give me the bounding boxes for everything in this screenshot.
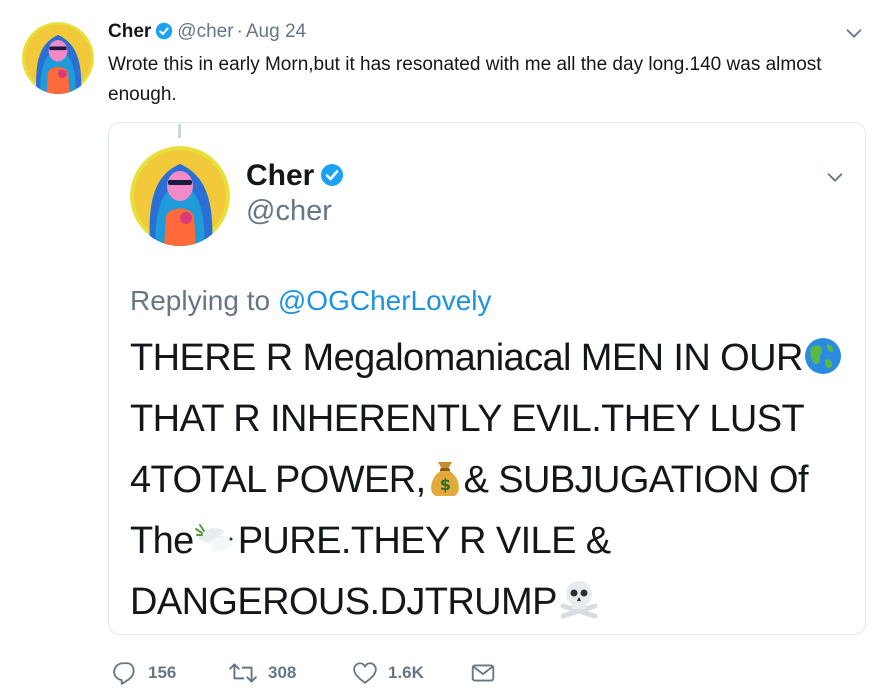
like-count: 1.6K bbox=[388, 663, 424, 682]
verified-badge-icon bbox=[155, 22, 173, 40]
like-button[interactable]: 1.6K bbox=[352, 656, 424, 690]
dove-icon bbox=[194, 519, 238, 559]
retweet-icon bbox=[228, 660, 258, 686]
quoted-author-name[interactable]: Cher bbox=[246, 159, 314, 192]
avatar[interactable] bbox=[22, 22, 94, 94]
quoted-tweet-text: THERE R Megalomaniacal MEN IN OUR THAT R … bbox=[130, 328, 850, 633]
quote-segment: THERE R Megalomaniacal MEN IN OUR bbox=[130, 337, 803, 379]
author-name[interactable]: Cher bbox=[108, 21, 151, 42]
reply-count: 156 bbox=[148, 663, 177, 682]
replying-to-link[interactable]: @OGCherLovely bbox=[278, 285, 492, 316]
reply-icon bbox=[112, 660, 138, 686]
quoted-avatar-image bbox=[130, 146, 230, 246]
replying-to-line: Replying to @OGCherLovely bbox=[130, 284, 491, 318]
svg-text:$: $ bbox=[439, 475, 450, 494]
direct-message-button[interactable] bbox=[470, 656, 496, 690]
retweet-button[interactable]: 308 bbox=[228, 656, 296, 690]
heart-icon bbox=[352, 660, 378, 686]
globe-americas-icon bbox=[803, 336, 843, 376]
replying-prefix: Replying to bbox=[130, 285, 271, 316]
quoted-avatar[interactable] bbox=[130, 146, 230, 246]
skull-and-crossbones-icon bbox=[557, 576, 601, 620]
chevron-down-icon[interactable] bbox=[843, 22, 865, 44]
tweet-header: Cher @cher · Aug 24 bbox=[108, 20, 306, 44]
envelope-icon bbox=[470, 660, 496, 686]
money-bag-icon: $ bbox=[426, 458, 464, 498]
separator: · bbox=[236, 21, 243, 42]
tweet-date[interactable]: Aug 24 bbox=[246, 21, 306, 42]
tweet-actions: 156 308 1.6K bbox=[108, 656, 608, 690]
quoted-author-handle[interactable]: @cher bbox=[246, 194, 332, 228]
retweet-count: 308 bbox=[268, 663, 297, 682]
reply-button[interactable]: 156 bbox=[112, 656, 176, 690]
quoted-verified-badge-icon bbox=[320, 163, 344, 187]
tweet-text: Wrote this in early Morn,but it has reso… bbox=[108, 54, 822, 105]
author-handle[interactable]: @cher bbox=[177, 21, 233, 42]
thread-connector bbox=[178, 124, 181, 138]
tweet[interactable]: Cher @cher · Aug 24 Wrote this in early Mor… bbox=[0, 0, 887, 691]
avatar-image bbox=[22, 22, 94, 94]
quoted-chevron-down-icon[interactable] bbox=[824, 166, 846, 188]
quoted-author-name-row: Cher bbox=[246, 158, 348, 194]
